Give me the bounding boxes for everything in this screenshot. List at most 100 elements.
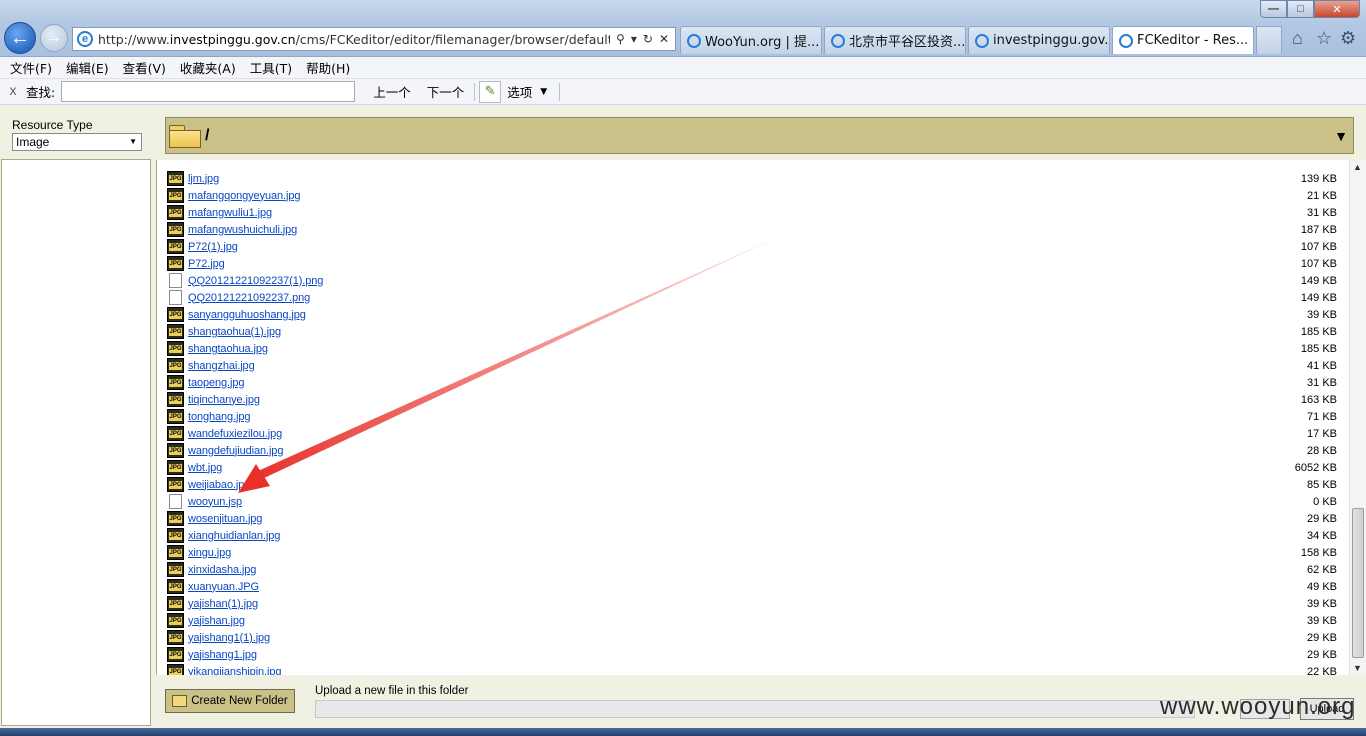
- menu-help[interactable]: 帮助(H): [300, 58, 356, 77]
- menu-view[interactable]: 查看(V): [117, 58, 172, 77]
- file-name-link[interactable]: yajishan.jpg: [188, 615, 245, 627]
- resource-type-select[interactable]: Image ▼: [12, 133, 142, 151]
- scroll-down-icon[interactable]: ▼: [1353, 663, 1362, 673]
- tab-wooyun[interactable]: WooYun.org | 提...: [680, 26, 822, 54]
- file-name-link[interactable]: wbt.jpg: [188, 462, 222, 474]
- file-row[interactable]: QQ20121221092237(1).png 149 KB: [167, 272, 1337, 289]
- dropdown-icon[interactable]: ▾: [631, 32, 637, 46]
- close-window-button[interactable]: ✕: [1314, 0, 1360, 18]
- create-new-folder-button[interactable]: Create New Folder: [165, 689, 295, 713]
- file-name-link[interactable]: shangzhai.jpg: [188, 360, 255, 372]
- file-row[interactable]: yajishan.jpg 39 KB: [167, 612, 1337, 629]
- file-row[interactable]: mafangqongyeyuan.jpg 21 KB: [167, 187, 1337, 204]
- address-bar[interactable]: e http://www.investpinggu.gov.cn/cms/FCK…: [72, 27, 676, 51]
- file-name-link[interactable]: ljm.jpg: [188, 173, 219, 185]
- file-name-link[interactable]: P72(1).jpg: [188, 241, 238, 253]
- file-row[interactable]: wosenjituan.jpg 29 KB: [167, 510, 1337, 527]
- favorites-star-icon[interactable]: ☆: [1316, 28, 1332, 49]
- file-name-link[interactable]: yajishang1(1).jpg: [188, 632, 270, 644]
- file-name-link[interactable]: xianghuidianlan.jpg: [188, 530, 280, 542]
- file-row[interactable]: shangtaohua(1).jpg 185 KB: [167, 323, 1337, 340]
- file-name-link[interactable]: wandefuxiezilou.jpg: [188, 428, 282, 440]
- refresh-icon[interactable]: ↻: [643, 32, 653, 46]
- file-row[interactable]: P72.jpg 107 KB: [167, 255, 1337, 272]
- file-name-link[interactable]: yajishan(1).jpg: [188, 598, 258, 610]
- file-row[interactable]: shangtaohua.jpg 185 KB: [167, 340, 1337, 357]
- file-row[interactable]: mafangwushuichuli.jpg 187 KB: [167, 221, 1337, 238]
- file-row[interactable]: yajishang1.jpg 29 KB: [167, 646, 1337, 663]
- folder-dropdown-icon[interactable]: ▼: [1334, 128, 1348, 144]
- file-name-link[interactable]: yikangjianshipin.jpg: [188, 666, 282, 676]
- file-name-link[interactable]: mafangwushuichuli.jpg: [188, 224, 297, 236]
- file-name-link[interactable]: wangdefujiudian.jpg: [188, 445, 283, 457]
- maximize-button[interactable]: □: [1287, 0, 1314, 18]
- file-row[interactable]: xinxidasha.jpg 62 KB: [167, 561, 1337, 578]
- close-find-icon[interactable]: x: [0, 84, 26, 99]
- file-name-link[interactable]: QQ20121221092237.png: [188, 292, 310, 304]
- file-row[interactable]: P72(1).jpg 107 KB: [167, 238, 1337, 255]
- back-button[interactable]: ←: [4, 22, 36, 54]
- menu-file[interactable]: 文件(F): [4, 58, 58, 77]
- file-name-link[interactable]: QQ20121221092237(1).png: [188, 275, 323, 287]
- find-next-button[interactable]: 下一个: [419, 82, 473, 101]
- file-row[interactable]: weijiabao.jpg 85 KB: [167, 476, 1337, 493]
- file-row[interactable]: wbt.jpg 6052 KB: [167, 459, 1337, 476]
- file-row[interactable]: taopeng.jpg 31 KB: [167, 374, 1337, 391]
- new-tab-button[interactable]: [1256, 26, 1282, 54]
- file-name-link[interactable]: taopeng.jpg: [188, 377, 245, 389]
- file-row[interactable]: xingu.jpg 158 KB: [167, 544, 1337, 561]
- file-name-link[interactable]: xinxidasha.jpg: [188, 564, 256, 576]
- find-options-button[interactable]: 选项: [507, 82, 532, 101]
- minimize-button[interactable]: —: [1260, 0, 1287, 18]
- file-row[interactable]: wangdefujiudian.jpg 28 KB: [167, 442, 1337, 459]
- settings-gear-icon[interactable]: ⚙: [1340, 28, 1356, 49]
- file-row[interactable]: tiqinchanye.jpg 163 KB: [167, 391, 1337, 408]
- file-name-link[interactable]: xuanyuan.JPG: [188, 581, 259, 593]
- file-row[interactable]: yajishan(1).jpg 39 KB: [167, 595, 1337, 612]
- menu-tools[interactable]: 工具(T): [244, 58, 298, 77]
- file-row[interactable]: yikangjianshipin.jpg 22 KB: [167, 663, 1337, 675]
- tab-investpinggu[interactable]: investpinggu.gov.cn: [968, 26, 1110, 54]
- stop-icon[interactable]: ✕: [659, 32, 669, 46]
- menu-favorites[interactable]: 收藏夹(A): [174, 58, 242, 77]
- file-row[interactable]: xianghuidianlan.jpg 34 KB: [167, 527, 1337, 544]
- file-row[interactable]: sanyangguhuoshang.jpg 39 KB: [167, 306, 1337, 323]
- highlight-pencil-icon[interactable]: ✎: [479, 80, 502, 103]
- file-name-link[interactable]: shangtaohua.jpg: [188, 343, 268, 355]
- file-name-link[interactable]: tiqinchanye.jpg: [188, 394, 260, 406]
- find-previous-button[interactable]: 上一个: [365, 82, 419, 101]
- file-row[interactable]: wandefuxiezilou.jpg 17 KB: [167, 425, 1337, 442]
- find-input[interactable]: [61, 81, 356, 102]
- file-name-link[interactable]: mafangwuliu1.jpg: [188, 207, 272, 219]
- address-url[interactable]: http://www.investpinggu.gov.cn/cms/FCKed…: [98, 32, 610, 47]
- tab-fckeditor[interactable]: FCKeditor - Res... ×: [1112, 26, 1254, 54]
- chevron-down-icon[interactable]: ▼: [540, 87, 547, 97]
- menu-edit[interactable]: 编辑(E): [60, 58, 115, 77]
- tab-pinggu-invest[interactable]: 北京市平谷区投资...: [824, 26, 966, 54]
- file-row[interactable]: ljm.jpg 139 KB: [167, 170, 1337, 187]
- file-name-link[interactable]: yajishang1.jpg: [188, 649, 257, 661]
- file-row[interactable]: xuanyuan.JPG 49 KB: [167, 578, 1337, 595]
- scroll-up-icon[interactable]: ▲: [1353, 162, 1362, 172]
- search-icon[interactable]: ⚲: [616, 32, 625, 46]
- file-row[interactable]: shangzhai.jpg 41 KB: [167, 357, 1337, 374]
- file-name-link[interactable]: wooyun.jsp: [188, 496, 242, 508]
- file-list-scrollbar[interactable]: ▲ ▼: [1349, 160, 1366, 675]
- upload-file-input[interactable]: [315, 700, 1195, 718]
- home-icon[interactable]: ⌂: [1292, 28, 1303, 49]
- file-name-link[interactable]: tonghang.jpg: [188, 411, 251, 423]
- file-row[interactable]: QQ20121221092237.png 149 KB: [167, 289, 1337, 306]
- file-row[interactable]: mafangwuliu1.jpg 31 KB: [167, 204, 1337, 221]
- file-name-link[interactable]: sanyangguhuoshang.jpg: [188, 309, 306, 321]
- file-name-link[interactable]: weijiabao.jpg: [188, 479, 250, 491]
- file-name-link[interactable]: mafangqongyeyuan.jpg: [188, 190, 300, 202]
- file-row[interactable]: wooyun.jsp 0 KB: [167, 493, 1337, 510]
- file-row[interactable]: tonghang.jpg 71 KB: [167, 408, 1337, 425]
- file-name-link[interactable]: P72.jpg: [188, 258, 225, 270]
- file-name-link[interactable]: wosenjituan.jpg: [188, 513, 262, 525]
- file-name-link[interactable]: xingu.jpg: [188, 547, 231, 559]
- file-row[interactable]: yajishang1(1).jpg 29 KB: [167, 629, 1337, 646]
- forward-button[interactable]: →: [40, 24, 68, 52]
- file-name-link[interactable]: shangtaohua(1).jpg: [188, 326, 281, 338]
- scrollbar-thumb[interactable]: [1352, 508, 1364, 658]
